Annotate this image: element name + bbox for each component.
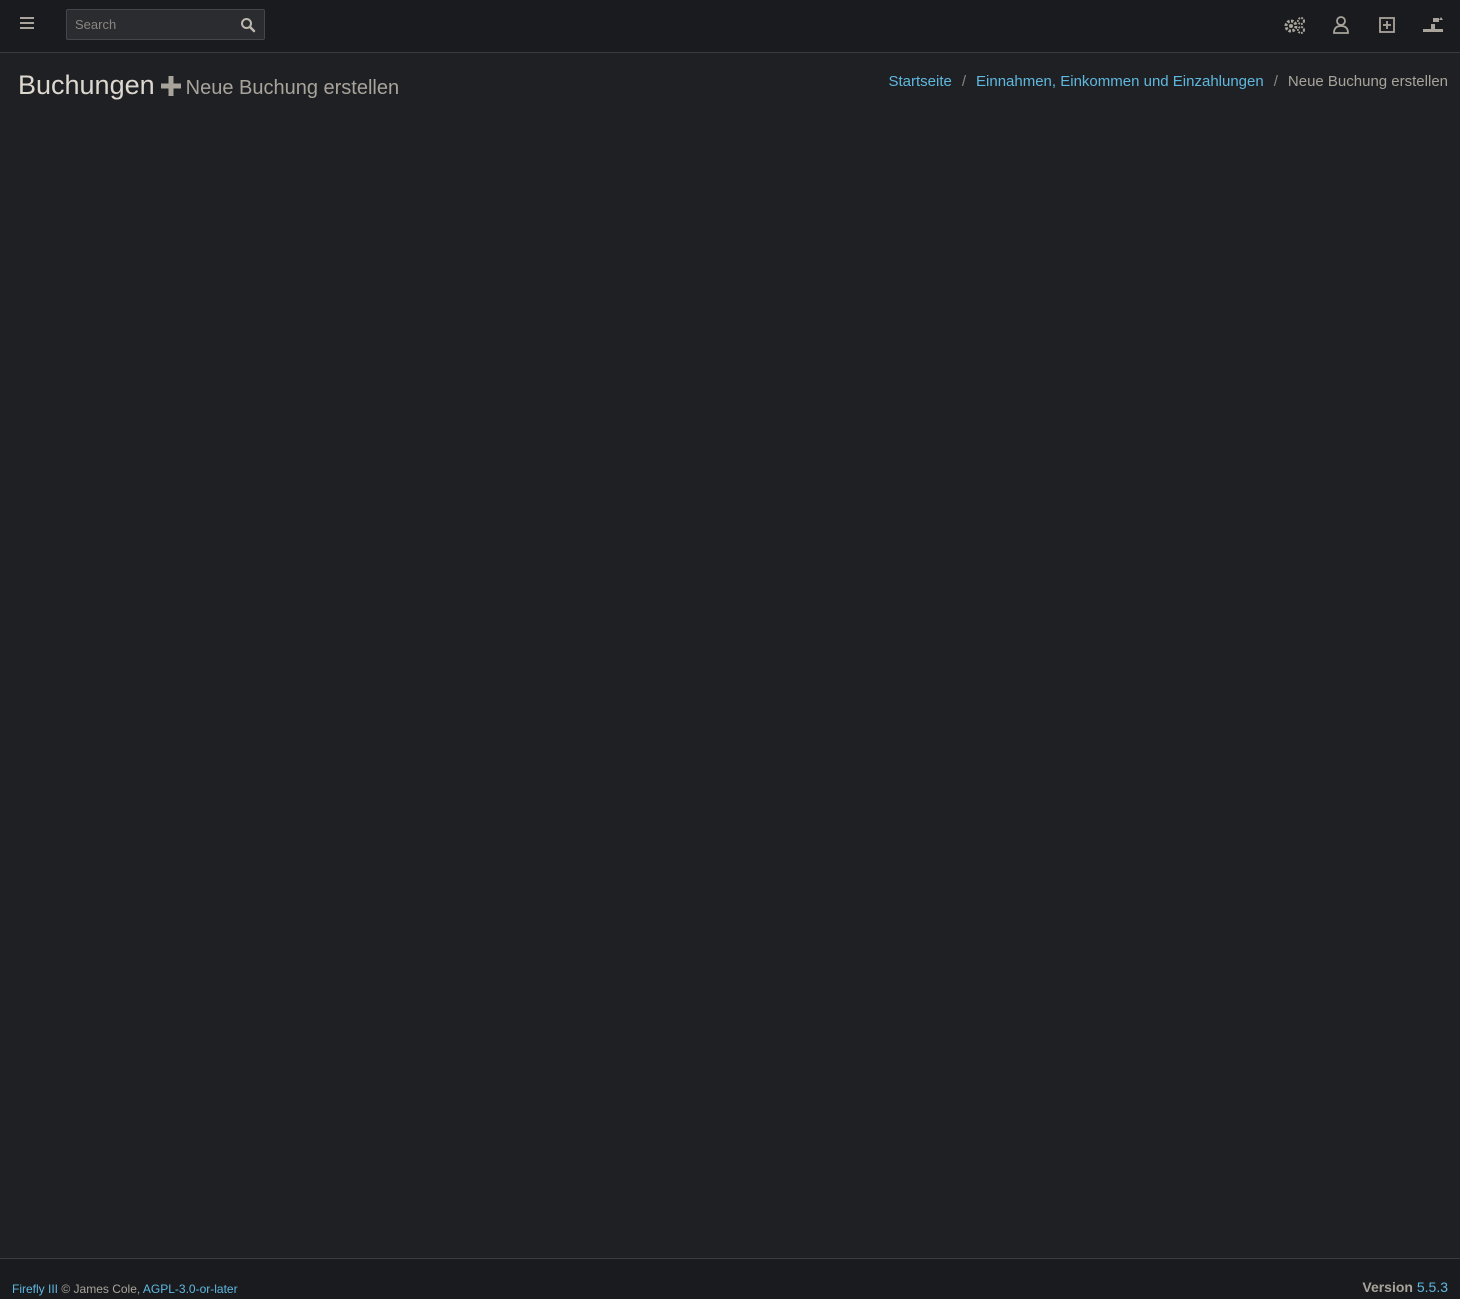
breadcrumb: Startseite / Einnahmen, Einkommen und Ei… bbox=[888, 73, 1448, 90]
plus-square-icon[interactable] bbox=[1374, 12, 1400, 38]
hamburger-menu-icon[interactable] bbox=[18, 15, 36, 33]
search-box bbox=[66, 9, 265, 40]
page-title: Buchungen bbox=[18, 70, 155, 100]
plus-icon bbox=[160, 76, 181, 96]
user-icon[interactable] bbox=[1328, 12, 1354, 38]
top-navbar bbox=[0, 0, 1460, 53]
version-number[interactable]: 5.5.3 bbox=[1417, 1279, 1448, 1295]
version-label: Version bbox=[1362, 1279, 1413, 1295]
breadcrumb-separator: / bbox=[961, 73, 967, 90]
search-input[interactable] bbox=[67, 10, 237, 39]
breadcrumb-separator: / bbox=[1273, 73, 1278, 90]
logout-icon[interactable] bbox=[1420, 12, 1446, 38]
search-icon[interactable] bbox=[240, 17, 256, 33]
copyright-text: © James Cole, bbox=[61, 1282, 141, 1296]
footer-credits: Firefly III © James Cole, AGPL-3.0-or-la… bbox=[12, 1282, 238, 1296]
cogs-icon[interactable] bbox=[1282, 12, 1308, 38]
page-subtitle: Neue Buchung erstellen bbox=[185, 77, 400, 99]
footer: Firefly III © James Cole, AGPL-3.0-or-la… bbox=[0, 1258, 1460, 1299]
breadcrumb-revenue-link[interactable]: Einnahmen, Einkommen und Einzahlungen bbox=[976, 73, 1264, 90]
license-link[interactable]: AGPL-3.0-or-later bbox=[143, 1282, 238, 1296]
page-header: Buchungen Neue Buchung erstellen bbox=[18, 70, 399, 101]
navbar-actions bbox=[1282, 12, 1446, 38]
breadcrumb-current: Neue Buchung erstellen bbox=[1287, 73, 1448, 90]
footer-version: Version 5.5.3 bbox=[1362, 1279, 1448, 1295]
app-name-link[interactable]: Firefly III bbox=[12, 1282, 58, 1296]
breadcrumb-home-link[interactable]: Startseite bbox=[888, 73, 951, 90]
